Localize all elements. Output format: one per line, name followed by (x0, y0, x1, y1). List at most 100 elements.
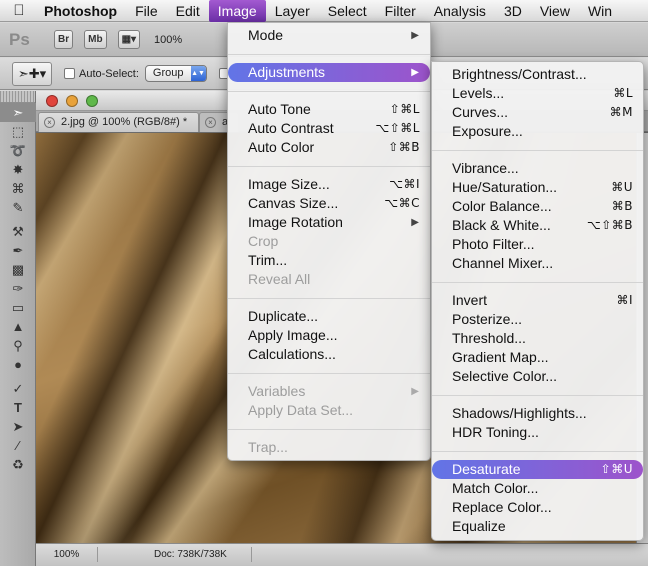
bridge-button[interactable]: Br (54, 30, 74, 49)
status-zoom-field[interactable]: 100% (36, 547, 98, 562)
lasso-tool-icon[interactable]: ➰ (0, 141, 36, 160)
auto-select-dropdown[interactable]: Group ▲▼ (144, 65, 207, 82)
menu-image[interactable]: Image (208, 0, 266, 22)
magic-wand-tool-icon[interactable]: ✸ (0, 160, 36, 179)
photoshop-logo: Ps (9, 29, 30, 49)
menu-analysis[interactable]: Analysis (425, 0, 495, 22)
line-tool-icon[interactable]: ∕ (0, 436, 36, 455)
submenu-item-levels[interactable]: Levels... ⌘L (432, 84, 643, 103)
submenu-item-replace-color[interactable]: Replace Color... (432, 498, 643, 517)
submenu-item-posterize[interactable]: Posterize... (432, 310, 643, 329)
menu-item-auto-color[interactable]: Auto Color ⇧⌘B (228, 138, 430, 157)
dodge-tool-icon[interactable]: ⚲ (0, 336, 36, 355)
submenu-item-vibrance[interactable]: Vibrance... (432, 159, 643, 178)
auto-select-checkbox[interactable] (64, 68, 75, 79)
submenu-item-curves[interactable]: Curves... ⌘M (432, 103, 643, 122)
close-tab-icon[interactable]: × (44, 117, 55, 128)
tab-document-1[interactable]: × 2.jpg @ 100% (RGB/8#) * (38, 112, 199, 132)
move-tool-icon[interactable]: ➣ (0, 103, 36, 122)
menu-view[interactable]: View (531, 0, 579, 22)
menu-filter[interactable]: Filter (376, 0, 425, 22)
submenu-item-black-white[interactable]: Black & White... ⌥⇧⌘B (432, 216, 643, 235)
menu-item-label: Reveal All (248, 271, 311, 287)
menu-3d[interactable]: 3D (495, 0, 531, 22)
submenu-item-match-color[interactable]: Match Color... (432, 479, 643, 498)
submenu-item-hdr-toning[interactable]: HDR Toning... (432, 423, 643, 442)
close-window-icon[interactable] (46, 95, 58, 107)
paint-bucket-tool-icon[interactable]: ▲ (0, 317, 36, 336)
submenu-item-color-balance[interactable]: Color Balance... ⌘B (432, 197, 643, 216)
submenu-item-exposure[interactable]: Exposure... (432, 122, 643, 141)
status-doc-size: Doc: 738K/738K (102, 547, 252, 562)
submenu-item-gradient-map[interactable]: Gradient Map... (432, 348, 643, 367)
zoom-window-icon[interactable] (86, 95, 98, 107)
menu-item-label: Mode (248, 27, 284, 43)
healing-brush-tool-icon[interactable]: ⚒ (0, 222, 36, 241)
menu-item-label: Auto Tone (248, 101, 311, 117)
menu-item-image-rotation[interactable]: Image Rotation ▶ (228, 213, 430, 232)
close-tab-icon[interactable]: × (205, 117, 216, 128)
menu-window[interactable]: Win (579, 0, 621, 22)
keyboard-shortcut: ⌘I (616, 293, 633, 307)
menu-bar:  Photoshop File Edit Image Layer Select… (0, 0, 648, 22)
submenu-item-threshold[interactable]: Threshold... (432, 329, 643, 348)
minimize-window-icon[interactable] (66, 95, 78, 107)
menu-item-label: Shadows/Highlights... (452, 405, 587, 421)
menu-item-auto-contrast[interactable]: Auto Contrast ⌥⇧⌘L (228, 119, 430, 138)
menu-item-auto-tone[interactable]: Auto Tone ⇧⌘L (228, 100, 430, 119)
clone-stamp-tool-icon[interactable]: ▩ (0, 260, 36, 279)
menu-item-mode[interactable]: Mode ▶ (228, 26, 430, 45)
status-bar: 100% Doc: 738K/738K (36, 543, 648, 566)
marquee-tool-icon[interactable]: ⬚ (0, 122, 36, 141)
menu-item-label: Vibrance... (452, 160, 519, 176)
apple-icon[interactable]:  (0, 2, 38, 19)
menu-item-canvas-size[interactable]: Canvas Size... ⌥⌘C (228, 194, 430, 213)
eyedropper-tool-icon[interactable]: ✎ (0, 198, 36, 217)
menu-item-label: Crop (248, 233, 279, 249)
menu-item-calculations[interactable]: Calculations... (228, 345, 430, 364)
menu-item-apply-image[interactable]: Apply Image... (228, 326, 430, 345)
panel-grip[interactable] (0, 91, 35, 103)
menu-select[interactable]: Select (319, 0, 376, 22)
menu-layer[interactable]: Layer (266, 0, 319, 22)
menu-file[interactable]: File (126, 0, 167, 22)
adjustments-submenu: Brightness/Contrast... Levels... ⌘L Curves.… (431, 61, 644, 541)
menu-item-label: Replace Color... (452, 499, 552, 515)
submenu-item-photo-filter[interactable]: Photo Filter... (432, 235, 643, 254)
path-selection-tool-icon[interactable]: ➤ (0, 417, 36, 436)
view-extras-button[interactable]: ▦▾ (117, 30, 141, 49)
3d-rotate-tool-icon[interactable]: ♻ (0, 455, 36, 474)
keyboard-shortcut: ⇧⌘B (388, 140, 420, 154)
menu-item-label: Hue/Saturation... (452, 179, 558, 195)
mini-bridge-button[interactable]: Mb (84, 30, 107, 49)
menu-item-adjustments[interactable]: Adjustments ▶ (228, 63, 430, 82)
menu-item-label: Apply Image... (248, 327, 338, 343)
brush-tool-icon[interactable]: ✒ (0, 241, 36, 260)
blur-tool-icon[interactable]: ● (0, 355, 36, 374)
menu-item-label: Exposure... (452, 123, 523, 139)
submenu-item-desaturate[interactable]: Desaturate ⇧⌘U (432, 460, 643, 479)
menu-item-trim[interactable]: Trim... (228, 251, 430, 270)
tool-preset-picker[interactable]: ➣✚▾ (12, 61, 52, 86)
submenu-item-equalize[interactable]: Equalize (432, 517, 643, 536)
menu-edit[interactable]: Edit (167, 0, 209, 22)
submenu-item-brightness-contrast[interactable]: Brightness/Contrast... (432, 65, 643, 84)
app-menu[interactable]: Photoshop (38, 0, 126, 22)
menu-separator (432, 395, 643, 396)
submenu-item-hue-saturation[interactable]: Hue/Saturation... ⌘U (432, 178, 643, 197)
crop-tool-icon[interactable]: ⌘ (0, 179, 36, 198)
menu-item-image-size[interactable]: Image Size... ⌥⌘I (228, 175, 430, 194)
keyboard-shortcut: ⌥⇧⌘B (586, 218, 633, 232)
submenu-item-invert[interactable]: Invert ⌘I (432, 291, 643, 310)
pen-tool-icon[interactable]: ✓ (0, 379, 36, 398)
menu-separator (432, 282, 643, 283)
history-brush-tool-icon[interactable]: ✑ (0, 279, 36, 298)
eraser-tool-icon[interactable]: ▭ (0, 298, 36, 317)
submenu-item-channel-mixer[interactable]: Channel Mixer... (432, 254, 643, 273)
type-tool-icon[interactable]: T (0, 398, 36, 417)
zoom-level-select[interactable]: 100% (154, 34, 182, 46)
submenu-item-selective-color[interactable]: Selective Color... (432, 367, 643, 386)
menu-separator (228, 54, 430, 55)
submenu-item-shadows-highlights[interactable]: Shadows/Highlights... (432, 404, 643, 423)
menu-item-duplicate[interactable]: Duplicate... (228, 307, 430, 326)
